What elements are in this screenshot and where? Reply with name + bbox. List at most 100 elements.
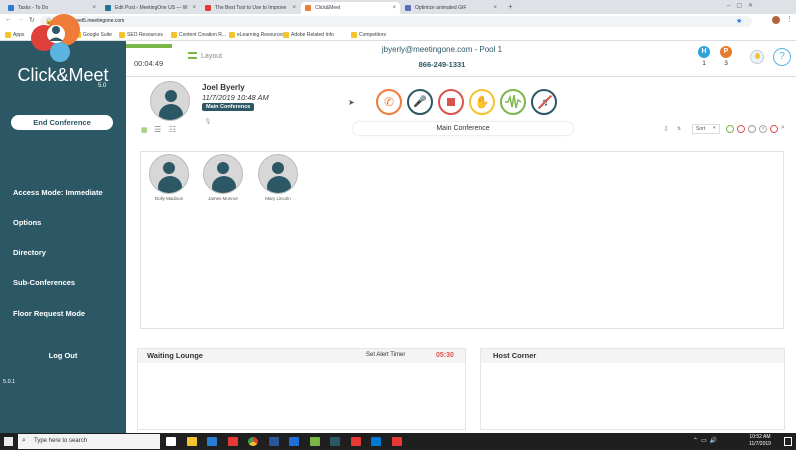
bookmark-item[interactable]: eLearning Resources: [228, 29, 285, 41]
app-icon[interactable]: [227, 437, 238, 446]
dial-out-button[interactable]: ✆: [376, 89, 402, 115]
lightbulb-icon[interactable]: [750, 50, 764, 64]
browser-tab[interactable]: Click&Meet ×: [301, 2, 400, 14]
participant-tile[interactable]: [256, 154, 300, 202]
taskbar-search-input[interactable]: Type here to search: [18, 434, 160, 449]
participant-avatar: [149, 154, 189, 194]
bookmark-item[interactable]: Competitors: [350, 29, 386, 41]
tab-favicon-icon: [305, 5, 311, 11]
directory-menu-item[interactable]: Directory: [13, 248, 46, 257]
profile-avatar[interactable]: [772, 16, 780, 24]
menu-kebab-icon[interactable]: ⋮: [786, 15, 793, 23]
app-version: 5.0.1: [3, 379, 16, 385]
teams-icon[interactable]: [371, 437, 381, 446]
task-view-icon[interactable]: [166, 437, 176, 446]
mic-small-icon: 🎙: [204, 119, 212, 125]
host-count-badge[interactable]: H: [698, 46, 710, 58]
tab-title: The Best Tool to Use to Improve: [215, 5, 287, 11]
browser-tab[interactable]: The Best Tool to Use to Improve ×: [201, 2, 300, 14]
outlook-icon[interactable]: [268, 437, 279, 446]
download-icon[interactable]: ⇩: [663, 125, 669, 133]
brand-name: Click&Meet: [17, 65, 109, 85]
word-icon[interactable]: [289, 437, 299, 446]
mouse-cursor: ➤: [348, 98, 355, 107]
file-explorer-icon[interactable]: [186, 437, 197, 446]
filter-green-icon[interactable]: [726, 125, 734, 133]
tab-close-icon[interactable]: ×: [192, 2, 196, 14]
system-tray-icons[interactable]: ⌃▭🔊: [693, 437, 720, 444]
audio-mic-button[interactable]: 🎤: [407, 89, 433, 115]
host-count: 1: [702, 60, 706, 67]
tab-title: Edit Post ‹ MeetingOne US — W: [115, 5, 188, 11]
layout-icon[interactable]: [188, 52, 197, 59]
bookmark-item[interactable]: SEO Resources: [118, 29, 163, 41]
host-join-time: 11/7/2019 10:48 AM: [202, 93, 269, 102]
waiting-lounge-header: Waiting Lounge: [138, 349, 465, 363]
bookmark-star-icon[interactable]: ★: [736, 17, 742, 25]
bookmark-item[interactable]: Content Creation R...: [170, 29, 226, 41]
filter-red-icon[interactable]: [737, 125, 745, 133]
browser-tab[interactable]: Edit Post ‹ MeetingOne US — W ×: [101, 2, 200, 14]
compact-view-icon[interactable]: ☷: [169, 125, 176, 134]
participant-name: Dolly Madison: [154, 196, 184, 201]
header-divider: [126, 76, 796, 77]
sub-conferences-menu-item[interactable]: Sub-Conferences: [13, 278, 75, 287]
bookmark-item[interactable]: Adobe Related Info: [282, 29, 334, 41]
camtasia-icon[interactable]: [330, 437, 340, 446]
edge-icon[interactable]: [207, 437, 217, 446]
floor-request-mode-menu-item[interactable]: Floor Request Mode: [13, 309, 85, 318]
help-icon[interactable]: ?: [773, 48, 791, 66]
office-icon[interactable]: [350, 437, 361, 446]
raise-hand-button[interactable]: ✋: [469, 89, 495, 115]
grid-view-icon[interactable]: ▦: [141, 126, 148, 134]
tab-close-icon[interactable]: ×: [493, 2, 497, 14]
tab-favicon-icon: [105, 5, 111, 11]
filter-gray-icon[interactable]: [748, 125, 756, 133]
dial-out-icon: ✆: [383, 95, 395, 109]
taskbar-clock[interactable]: 10:52 AM 11/7/2019: [740, 434, 780, 448]
browser-tab[interactable]: Optimize animated GIF ×: [401, 2, 501, 14]
list-view-icon[interactable]: ☰: [154, 125, 161, 134]
conference-name-bar[interactable]: Main Conference: [353, 122, 573, 135]
notifications-icon[interactable]: [784, 437, 792, 446]
audio-wave-button[interactable]: [500, 89, 526, 115]
participant-tile[interactable]: [147, 154, 191, 202]
tab-close-icon[interactable]: ×: [292, 2, 296, 14]
tab-close-icon[interactable]: ×: [92, 2, 96, 14]
search-icon[interactable]: ⌕: [781, 124, 785, 132]
audio-wave-icon: [505, 94, 522, 109]
tab-favicon-icon: [405, 5, 411, 11]
clear-filter-icon[interactable]: ×: [759, 125, 767, 133]
waiting-lounge-title: Waiting Lounge: [147, 351, 203, 360]
window-controls-icon[interactable]: –▢✕: [727, 2, 759, 9]
windows-start-icon[interactable]: [4, 437, 13, 446]
alert-timer-value[interactable]: 05:30: [436, 352, 454, 359]
back-icon[interactable]: ←: [5, 16, 12, 23]
set-alert-timer-label[interactable]: Set Alert Timer: [366, 352, 405, 358]
filter-orange-icon[interactable]: [770, 125, 778, 133]
mute-music-button[interactable]: ♫: [531, 89, 557, 115]
tab-favicon-icon: [205, 5, 211, 11]
stop-button[interactable]: [438, 89, 464, 115]
sort-order-icon[interactable]: ⇅: [677, 126, 681, 132]
participant-tile[interactable]: [201, 154, 245, 202]
dial-in-number: 866-249-1331: [418, 60, 466, 69]
new-tab-icon[interactable]: +: [508, 2, 513, 11]
log-out-button[interactable]: Log Out: [0, 351, 126, 360]
tab-favicon-icon: [8, 5, 14, 11]
options-menu-item[interactable]: Options: [13, 218, 41, 227]
account-pool: jbyerly@meetingone.com - Pool 1: [381, 45, 503, 54]
audio-mic-icon: 🎤: [413, 96, 427, 108]
app-red-icon[interactable]: [391, 437, 402, 446]
chevron-down-icon: ▾: [713, 125, 716, 131]
layout-button[interactable]: Layout: [201, 53, 222, 60]
host-name: Joel Byerly: [202, 83, 245, 92]
chrome-icon[interactable]: [248, 437, 258, 446]
url-input[interactable]: clickandmeet5.meetingone.com: [40, 16, 752, 27]
calculator-icon[interactable]: [309, 437, 320, 446]
access-mode-menu-item[interactable]: Access Mode: Immediate: [13, 188, 103, 197]
tab-close-icon[interactable]: ×: [392, 2, 396, 14]
participant-count-badge[interactable]: P: [720, 46, 732, 58]
clock-time: 10:52 AM: [749, 434, 771, 440]
end-conference-button[interactable]: End Conference: [11, 115, 113, 130]
